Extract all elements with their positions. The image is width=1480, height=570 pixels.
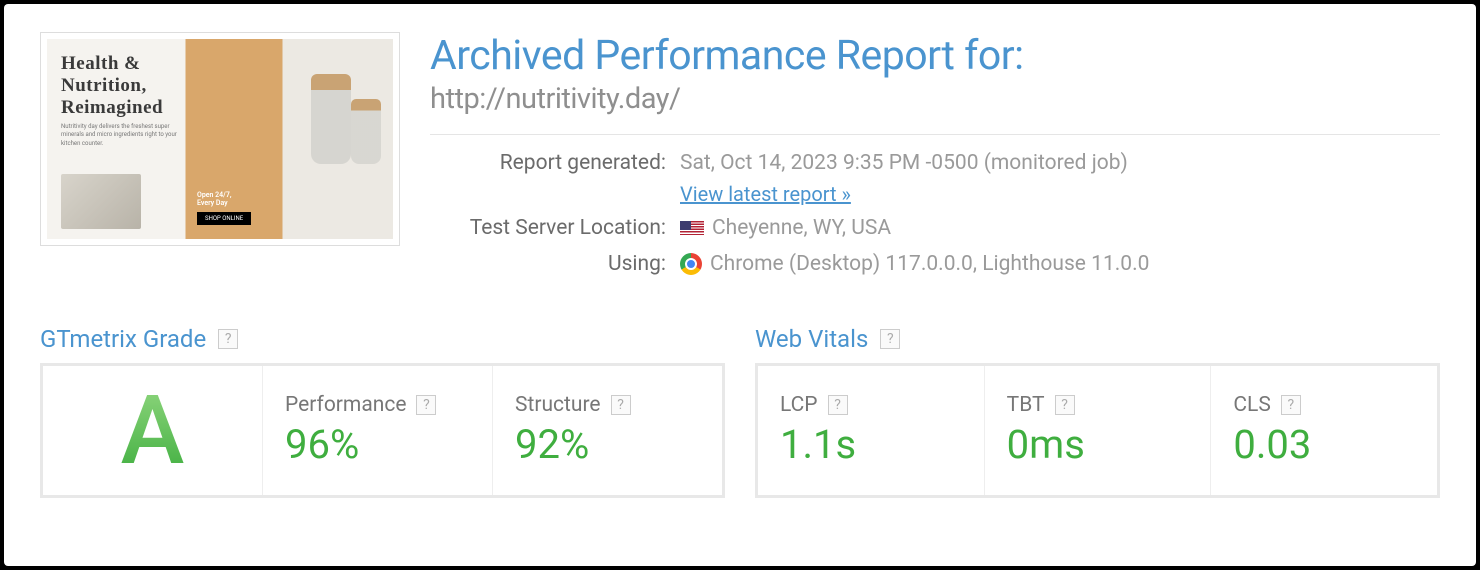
report-title: Archived Performance Report for:	[430, 32, 1440, 80]
thumb-photo	[61, 174, 141, 229]
cls-box: CLS ? 0.03	[1211, 366, 1437, 495]
lcp-label-row: LCP ?	[780, 393, 962, 417]
meta-location-row: Test Server Location: Cheyenne, WY, USA	[430, 214, 1440, 243]
help-icon[interactable]: ?	[1281, 395, 1301, 415]
structure-label: Structure	[515, 393, 601, 417]
performance-label: Performance	[285, 393, 406, 417]
us-flag-icon	[680, 221, 704, 237]
help-icon[interactable]: ?	[416, 395, 436, 415]
tbt-label: TBT	[1007, 393, 1045, 417]
vitals-boxes: LCP ? 1.1s TBT ? 0ms CLS ?	[755, 363, 1440, 498]
thumb-headline: Health & Nutrition, Reimagined	[61, 53, 163, 119]
generated-value-col: Sat, Oct 14, 2023 9:35 PM -0500 (monitor…	[680, 149, 1128, 208]
header-main: Archived Performance Report for: http://…	[430, 32, 1440, 285]
vitals-group: Web Vitals ? LCP ? 1.1s TBT ? 0ms	[755, 325, 1440, 498]
cls-value: 0.03	[1233, 421, 1415, 468]
thumb-subtext: Nutritivity day delivers the freshest su…	[61, 123, 181, 148]
structure-value: 92%	[515, 421, 700, 468]
grade-letter: A	[121, 383, 185, 479]
meta-using-row: Using: Chrome (Desktop) 117.0.0.0, Light…	[430, 250, 1440, 279]
help-icon[interactable]: ?	[880, 329, 900, 349]
grade-boxes: A Performance ? 96% Structure ? 92%	[40, 363, 725, 498]
tbt-value: 0ms	[1007, 421, 1189, 468]
grade-letter-box: A	[43, 366, 263, 495]
site-thumbnail: Health & Nutrition, Reimagined Nutritivi…	[40, 32, 400, 246]
help-icon[interactable]: ?	[218, 329, 238, 349]
using-value-wrap: Chrome (Desktop) 117.0.0.0, Lighthouse 1…	[680, 250, 1149, 279]
meta-generated-row: Report generated: Sat, Oct 14, 2023 9:35…	[430, 149, 1440, 208]
structure-label-row: Structure ?	[515, 393, 700, 417]
location-label: Test Server Location:	[430, 214, 680, 243]
vitals-section-title: Web Vitals ?	[755, 325, 1440, 353]
thumb-shop-button: SHOP ONLINE	[197, 212, 251, 225]
lcp-value: 1.1s	[780, 421, 962, 468]
thumb-jar-small	[351, 99, 381, 164]
help-icon[interactable]: ?	[828, 395, 848, 415]
help-icon[interactable]: ?	[1055, 395, 1075, 415]
metrics-row: GTmetrix Grade ? A Performance ? 96% Str…	[40, 325, 1440, 498]
lcp-box: LCP ? 1.1s	[758, 366, 985, 495]
chrome-icon	[680, 253, 702, 275]
cls-label: CLS	[1233, 393, 1270, 417]
vitals-title-text: Web Vitals	[755, 325, 868, 353]
report-frame: Health & Nutrition, Reimagined Nutritivi…	[4, 4, 1476, 566]
location-value-wrap: Cheyenne, WY, USA	[680, 214, 891, 243]
grade-section-title: GTmetrix Grade ?	[40, 325, 725, 353]
tbt-label-row: TBT ?	[1007, 393, 1189, 417]
thumb-open-text: Open 24/7, Every Day	[197, 191, 231, 207]
structure-box: Structure ? 92%	[493, 366, 722, 495]
report-url: http://nutritivity.day/	[430, 82, 1440, 135]
performance-label-row: Performance ?	[285, 393, 470, 417]
help-icon[interactable]: ?	[611, 395, 631, 415]
lcp-label: LCP	[780, 393, 818, 417]
cls-label-row: CLS ?	[1233, 393, 1415, 417]
location-value: Cheyenne, WY, USA	[712, 214, 891, 243]
view-latest-link[interactable]: View latest report »	[680, 180, 851, 208]
tbt-box: TBT ? 0ms	[985, 366, 1212, 495]
thumbnail-preview: Health & Nutrition, Reimagined Nutritivi…	[47, 39, 393, 239]
grade-title-text: GTmetrix Grade	[40, 325, 206, 353]
performance-value: 96%	[285, 421, 470, 468]
generated-value: Sat, Oct 14, 2023 9:35 PM -0500 (monitor…	[680, 149, 1128, 178]
report-header: Health & Nutrition, Reimagined Nutritivi…	[40, 32, 1440, 285]
using-value: Chrome (Desktop) 117.0.0.0, Lighthouse 1…	[710, 250, 1149, 279]
grade-group: GTmetrix Grade ? A Performance ? 96% Str…	[40, 325, 725, 498]
generated-label: Report generated:	[430, 149, 680, 178]
thumb-jar	[311, 74, 351, 164]
performance-box: Performance ? 96%	[263, 366, 493, 495]
using-label: Using:	[430, 250, 680, 279]
